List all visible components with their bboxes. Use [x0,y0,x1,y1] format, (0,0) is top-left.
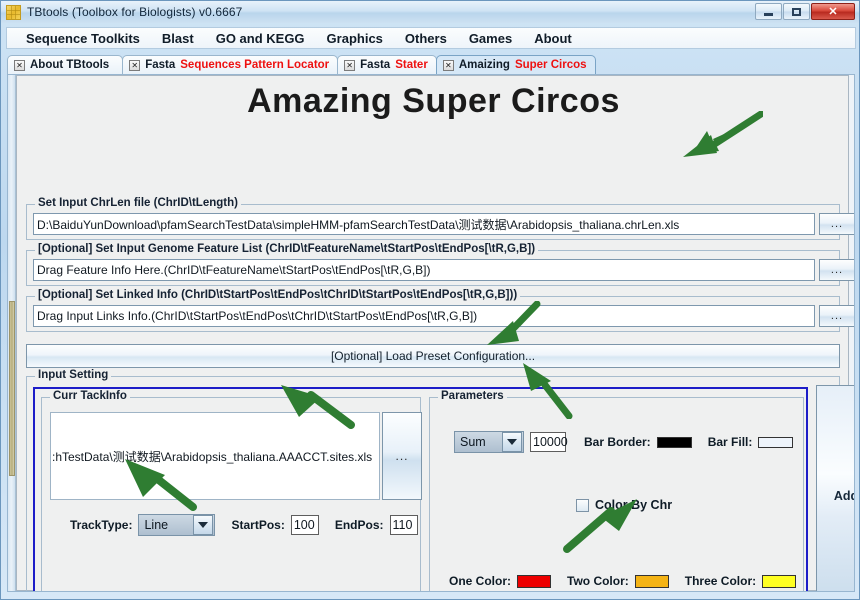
close-icon: ✕ [828,6,838,18]
statistic-value: Sum [460,435,486,449]
track-browse-button[interactable]: ... [382,412,422,500]
tab-close-icon[interactable]: ✕ [14,59,25,71]
three-color-label: Three Color: [684,574,757,588]
tab-close-icon[interactable]: ✕ [442,59,454,71]
page-title: Amazing Super Circos [247,82,620,120]
tab-about-tbtools[interactable]: ✕ About TBtools [7,55,124,74]
curr-trackinfo-group: Curr TackInfo :hTestData\测试数据\Arabidopsi… [41,390,422,591]
title-bar: TBtools (Toolbox for Biologists) v0.6667… [1,1,859,23]
tracktype-label: TrackType: [70,518,133,532]
color-by-chr-row: Color By Chr [576,498,672,512]
tab-close-icon[interactable]: ✕ [344,59,356,71]
menu-item-go-and-kegg[interactable]: GO and KEGG [205,31,316,46]
tab-content-panel: Amazing Super Circos Set Input ChrLen fi… [7,74,855,592]
menu-item-sequence-toolkits[interactable]: Sequence Toolkits [15,31,151,46]
window-size-input[interactable]: 10000 [530,432,568,452]
feature-browse-button[interactable]: ... [819,259,854,281]
menu-bar: Sequence Toolkits Blast GO and KEGG Grap… [6,27,856,49]
close-button[interactable]: ✕ [811,3,855,20]
curr-trackinfo-title: Curr TackInfo [50,390,130,402]
feature-group: [Optional] Set Input Genome Feature List… [26,243,854,286]
tab-label-primary: Fasta [360,59,391,71]
menu-item-others[interactable]: Others [394,31,458,46]
two-color-swatch[interactable] [634,574,669,588]
window-controls: ✕ [755,3,855,20]
app-grid-icon [6,4,21,20]
menu-item-blast[interactable]: Blast [151,31,205,46]
tab-fasta-sequences-pattern-locator[interactable]: ✕ Fasta Sequences Pattern Locator [122,55,339,74]
menu-item-about[interactable]: About [523,31,583,46]
parameters-row-top: Sum 10000 Bar Border: Bar Fill: [454,431,794,453]
endpos-input[interactable]: 110 [389,515,418,535]
linked-input[interactable]: Drag Input Links Info.(ChrID\tStartPos\t… [33,305,815,327]
parameters-title: Parameters [438,390,507,402]
three-color-swatch[interactable] [762,574,797,588]
tab-fasta-stater[interactable]: ✕ Fasta Stater [337,55,437,74]
two-color-label: Two Color: [567,574,629,588]
chrlen-group: Set Input ChrLen file (ChrID\tLength) D:… [26,197,854,240]
one-color-label: One Color: [449,574,511,588]
startpos-input[interactable]: 100 [290,515,319,535]
startpos-label: StartPos: [231,518,285,532]
scrollbar-thumb[interactable] [9,301,15,476]
input-setting-group: Input Setting Curr TackInfo :hTestData\测… [26,369,854,591]
window-title: TBtools (Toolbox for Biologists) v0.6667 [27,5,243,19]
chevron-down-icon[interactable] [193,515,214,535]
minimize-button[interactable] [755,3,782,20]
linked-group: [Optional] Set Linked Info (ChrID\tStart… [26,289,854,332]
endpos-label: EndPos: [334,518,384,532]
linked-browse-button[interactable]: ... [819,305,854,327]
tab-strip: ✕ About TBtools ✕ Fasta Sequences Patter… [7,53,855,74]
tab-label-accent: Super Circos [514,59,587,71]
tab-label-primary: About TBtools [30,59,110,71]
input-setting-inner-panel: Curr TackInfo :hTestData\测试数据\Arabidopsi… [33,387,808,591]
palette-row: One Color: Two Color: Three Color: [449,574,797,588]
content-vertical-scrollbar[interactable] [8,75,16,591]
bar-fill-color-swatch[interactable] [758,436,794,448]
tracktype-select[interactable]: Line [138,514,216,536]
chrlen-browse-button[interactable]: ... [819,213,854,235]
one-color-swatch[interactable] [517,574,551,588]
tab-amaizing-super-circos[interactable]: ✕ Amaizing Super Circos [435,55,596,74]
menu-item-games[interactable]: Games [458,31,523,46]
color-by-chr-checkbox[interactable] [576,498,589,512]
tracktype-value: Line [144,518,169,532]
tab-label-accent: Sequences Pattern Locator [180,59,330,71]
circos-form: Amazing Super Circos Set Input ChrLen fi… [16,75,854,591]
color-by-chr-label: Color By Chr [595,498,673,512]
tab-close-icon[interactable]: ✕ [129,59,141,71]
chevron-down-icon[interactable] [502,432,522,452]
statistic-select[interactable]: Sum [454,431,524,453]
load-preset-configuration-button[interactable]: [Optional] Load Preset Configuration... [26,344,840,368]
tab-label-accent: Stater [395,59,428,71]
linked-group-title: [Optional] Set Linked Info (ChrID\tStart… [35,289,521,301]
track-settings-row: TrackType: Line StartPos: 100 EndPos: 11… [70,514,418,536]
maximize-button[interactable] [783,3,810,20]
menu-item-graphics[interactable]: Graphics [316,31,394,46]
track-file-list[interactable]: :hTestData\测试数据\Arabidopsis_thaliana.AAA… [50,412,380,500]
feature-group-title: [Optional] Set Input Genome Feature List… [35,243,539,255]
tab-label-primary: Amaizing [458,59,510,71]
add-track-button[interactable]: Add [816,385,854,591]
tab-label-primary: Fasta [145,59,176,71]
feature-input[interactable]: Drag Feature Info Here.(ChrID\tFeatureNa… [33,259,815,281]
bar-border-color-swatch[interactable] [656,436,692,448]
parameters-group: Parameters Sum 10000 Bar Border: Bar Fil… [429,390,804,591]
bar-fill-label: Bar Fill: [707,435,753,449]
bar-border-label: Bar Border: [584,435,651,449]
chrlen-group-title: Set Input ChrLen file (ChrID\tLength) [35,197,241,209]
chrlen-input[interactable]: D:\BaiduYunDownload\pfamSearchTestData\s… [33,213,815,235]
input-setting-title: Input Setting [35,369,112,381]
application-window: TBtools (Toolbox for Biologists) v0.6667… [0,0,860,600]
